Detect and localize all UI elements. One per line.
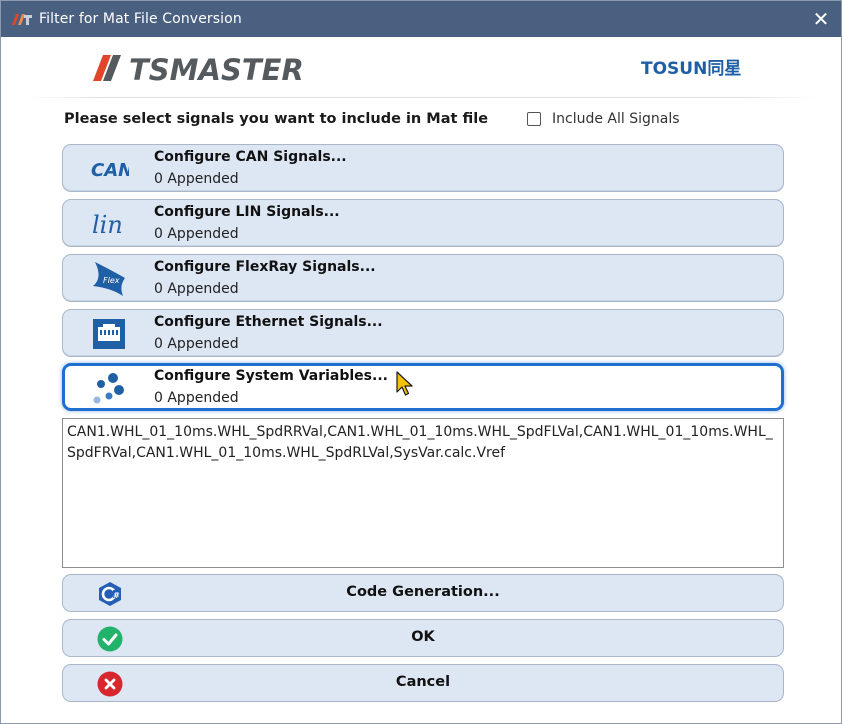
flexray-icon: Flex [89,262,129,296]
tosun-logo-text: TOSUN同星 [641,59,741,78]
configure-flexray-button[interactable]: Flex Configure FlexRay Signals... 0 Appe… [62,254,784,302]
cancel-label: Cancel [395,674,451,690]
flexray-count: 0 Appended [154,281,239,297]
lin-icon: lin [89,208,129,240]
header-separator [27,97,817,98]
selected-signals-textbox[interactable]: CAN1.WHL_01_10ms.WHL_SpdRRVal,CAN1.WHL_0… [62,418,784,568]
can-count: 0 Appended [154,171,239,187]
dialog-window: Filter for Mat File Conversion ✕ TSMASTE… [0,0,842,724]
close-icon: ✕ [812,7,830,31]
system-variables-title: Configure System Variables... [154,368,388,384]
ok-label: OK [411,629,435,645]
lin-icon-text: lin [92,211,123,239]
configure-system-variables-button[interactable]: Configure System Variables... 0 Appended [62,363,784,411]
can-icon: CAN [89,153,129,185]
code-generation-label: Code Generation... [346,584,500,600]
flexray-title: Configure FlexRay Signals... [154,259,376,275]
checkbox-box[interactable] [527,112,541,126]
tsmaster-logo-text: TSMASTER [129,53,304,85]
system-variables-count: 0 Appended [154,390,239,406]
tsmaster-app-icon [11,11,33,27]
title-bar[interactable]: Filter for Mat File Conversion ✕ [1,1,841,37]
ethernet-icon [89,318,129,350]
lin-title: Configure LIN Signals... [154,204,340,220]
ethernet-count: 0 Appended [154,336,239,352]
configure-ethernet-button[interactable]: Configure Ethernet Signals... 0 Appended [62,309,784,357]
system-variables-icon [89,372,129,404]
close-button[interactable]: ✕ [807,5,835,33]
lin-count: 0 Appended [154,226,239,242]
can-icon-text: CAN [91,160,129,181]
instruction-text: Please select signals you want to includ… [64,111,489,127]
configure-lin-button[interactable]: lin Configure LIN Signals... 0 Appended [62,199,784,247]
can-title: Configure CAN Signals... [154,149,347,165]
cancel-button[interactable]: Cancel [62,664,784,702]
tsmaster-logo: TSMASTER [89,51,339,89]
ok-button[interactable]: OK [62,619,784,657]
configure-can-button[interactable]: CAN Configure CAN Signals... 0 Appended [62,144,784,192]
flexray-icon-text: Flex [103,276,120,285]
logo-row: TSMASTER TOSUN同星 [1,37,841,97]
ethernet-title: Configure Ethernet Signals... [154,314,383,330]
mouse-cursor-icon [396,371,414,401]
tosun-logo: TOSUN同星 [641,56,751,82]
code-generation-button[interactable]: # Code Generation... [62,574,784,612]
window-title: Filter for Mat File Conversion [39,11,242,27]
include-all-signals-checkbox[interactable]: Include All Signals [527,111,680,127]
include-all-label: Include All Signals [552,111,680,127]
